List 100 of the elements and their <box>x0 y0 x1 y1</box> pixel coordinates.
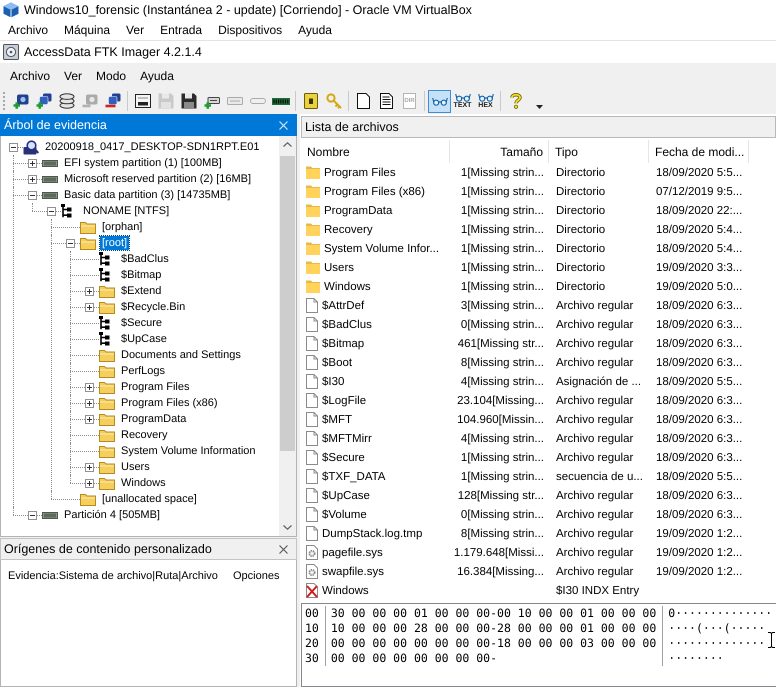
tree-item[interactable]: 20200918_0417_DESKTOP-SDN1RPT.E01 <box>43 140 262 154</box>
plus-box-icon[interactable] <box>85 478 94 488</box>
file-name[interactable]: System Volume Infor... <box>324 242 440 254</box>
scrollbar[interactable] <box>279 136 296 536</box>
minus-box-icon[interactable] <box>28 510 37 520</box>
menu-item[interactable]: Ver <box>57 66 90 84</box>
table-cell-text: 4[Missing strin... <box>460 374 545 390</box>
plus-box-icon[interactable] <box>85 302 94 312</box>
tree-item[interactable]: NONAME [NTFS] <box>81 204 172 218</box>
menu-item[interactable]: Entrada <box>152 21 210 39</box>
menu-item[interactable]: Ayuda <box>290 21 340 39</box>
tree-item[interactable]: $Secure <box>119 316 164 330</box>
plus-box-icon[interactable] <box>85 462 94 472</box>
tree-item[interactable]: $Extend <box>119 284 164 298</box>
file-name[interactable]: ProgramData <box>324 204 392 216</box>
tree-item[interactable]: Program Files <box>119 380 192 394</box>
tree-item[interactable]: [root] <box>100 236 130 250</box>
tree-item[interactable]: Windows <box>119 476 168 490</box>
table-cell-text: 23.104[Missing... <box>456 394 545 408</box>
file-name[interactable]: $BadClus <box>322 318 372 330</box>
file-name[interactable]: $I30 <box>322 376 344 388</box>
tree-item[interactable]: ProgramData <box>119 412 188 426</box>
view-auto-button[interactable] <box>428 90 451 112</box>
file-name[interactable]: $Volume <box>322 508 367 520</box>
document-icon <box>306 450 318 465</box>
chevron-down-icon[interactable] <box>283 525 292 530</box>
table-cell-text: 8[Missing strin... <box>460 356 545 370</box>
file-name[interactable]: pagefile.sys <box>322 546 383 558</box>
file-name[interactable]: DumpStack.log.tmp <box>322 528 422 540</box>
file-name[interactable]: Recovery <box>324 224 373 236</box>
menu-item[interactable]: Máquina <box>56 21 118 39</box>
tree-item[interactable]: Recovery <box>119 428 170 442</box>
plus-box-icon[interactable] <box>85 382 94 392</box>
plus-box-icon[interactable] <box>85 398 94 408</box>
folder-icon <box>306 261 320 274</box>
file-name[interactable]: Program Files (x86) <box>324 186 425 198</box>
plus-box-icon[interactable] <box>28 174 37 184</box>
table-cell-text: 19/09/2020 3:3... <box>655 260 744 276</box>
menu-item[interactable]: Ayuda <box>133 66 181 84</box>
tree-item[interactable]: $Recycle.Bin <box>119 300 188 314</box>
file-name[interactable]: $Boot <box>322 356 352 368</box>
file-name[interactable]: $AttrDef <box>322 300 364 312</box>
file-name[interactable]: $TXF_DATA <box>322 470 386 482</box>
tree-item[interactable]: EFI system partition (1) [100MB] <box>62 156 224 170</box>
tree-item[interactable]: Partición 4 [505MB] <box>62 508 162 522</box>
caret-down-icon[interactable] <box>536 105 543 109</box>
chevron-up-icon[interactable] <box>283 142 292 147</box>
table-cell-text: 18/09/2020 6:3... <box>655 412 744 428</box>
minus-box-icon[interactable] <box>9 142 18 152</box>
menu-item[interactable]: Ver <box>118 21 152 39</box>
scrollbar-thumb[interactable] <box>280 156 295 451</box>
file-name[interactable]: Windows <box>324 280 371 292</box>
tree-item[interactable]: Documents and Settings <box>119 348 243 362</box>
folder-icon <box>99 444 115 458</box>
file-name[interactable]: $Secure <box>322 452 365 464</box>
file-name[interactable]: Windows <box>322 584 369 596</box>
tree-item[interactable]: Users <box>119 460 152 474</box>
column-header[interactable]: Tamaño <box>450 140 549 163</box>
plus-box-icon[interactable] <box>85 286 94 296</box>
tree-item[interactable]: Basic data partition (3) [14735MB] <box>62 188 232 202</box>
menu-item[interactable]: Modo <box>89 66 134 84</box>
column-header[interactable]: Nombre <box>301 140 450 163</box>
tree-item[interactable]: [orphan] <box>100 220 144 234</box>
file-name[interactable]: $UpCase <box>322 490 370 502</box>
tree-item[interactable]: System Volume Information <box>119 444 258 458</box>
hex-bytes: 30 00 00 00 01 00 00 00-00 10 00 00 01 00 00 00 <box>330 606 656 621</box>
table-cell-text: 18/09/2020 5:5... <box>655 470 744 484</box>
file-name[interactable]: Users <box>324 262 354 274</box>
minus-box-icon[interactable] <box>28 190 37 200</box>
tree-item[interactable]: [unallocated space] <box>100 492 199 506</box>
tree-item[interactable]: Microsoft reserved partition (2) [16MB] <box>62 172 254 186</box>
column-header[interactable]: Evidencia:Sistema de archivo|Ruta|Archivo <box>8 569 218 583</box>
plus-box-icon[interactable] <box>85 414 94 424</box>
close-icon[interactable] <box>279 544 288 554</box>
column-header[interactable]: Opciones <box>233 569 280 583</box>
tree-item[interactable]: $BadClus <box>119 252 171 266</box>
column-header[interactable]: Fecha de modi... <box>649 140 749 163</box>
tree-item[interactable]: Program Files (x86) <box>119 396 220 410</box>
file-name[interactable]: $MFT <box>322 414 352 426</box>
tree-item[interactable]: $Bitmap <box>119 268 164 282</box>
column-header[interactable]: Tipo <box>549 140 649 163</box>
menu-item[interactable]: Archivo <box>3 66 58 84</box>
plus-box-icon[interactable] <box>28 158 37 168</box>
table-cell-text: 18/09/2020 5:4... <box>655 242 744 256</box>
table-cell-text: Archivo regular <box>555 432 634 446</box>
menu-item[interactable]: Archivo <box>0 21 56 39</box>
table-cell-text: Directorio <box>555 260 606 276</box>
file-name[interactable]: swapfile.sys <box>322 566 384 578</box>
table-cell-text: 1.179.648[Missi... <box>452 546 545 560</box>
tree-item[interactable]: $UpCase <box>119 332 169 346</box>
file-name[interactable]: $LogFile <box>322 394 366 406</box>
minus-box-icon[interactable] <box>66 238 75 248</box>
disk-plus-icon <box>12 93 28 109</box>
file-name[interactable]: $Bitmap <box>322 338 364 350</box>
table-cell-text: Archivo regular <box>555 450 634 466</box>
file-name[interactable]: $MFTMirr <box>322 432 372 444</box>
file-name[interactable]: Program Files <box>324 166 396 178</box>
tree-item[interactable]: PerfLogs <box>119 364 168 378</box>
minus-box-icon[interactable] <box>47 206 56 216</box>
menu-item[interactable]: Dispositivos <box>210 21 290 39</box>
